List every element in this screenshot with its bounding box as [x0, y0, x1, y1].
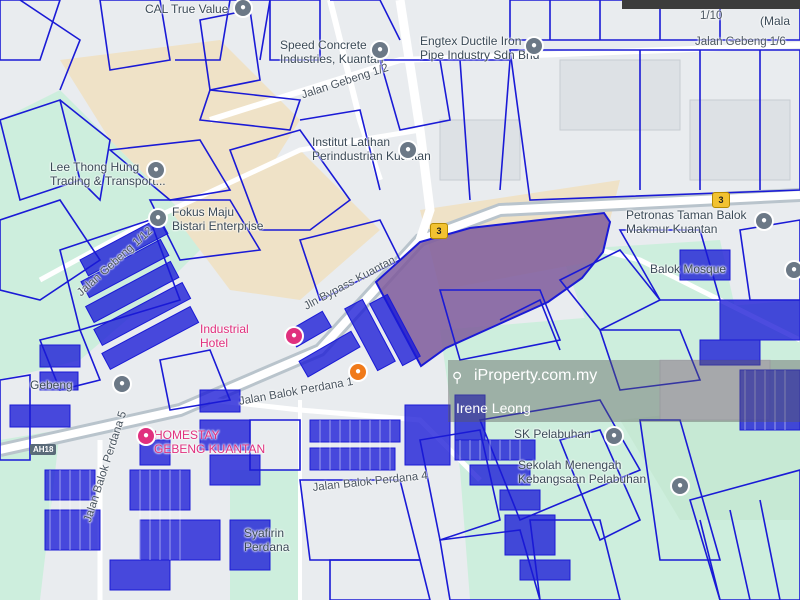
school-icon[interactable]: ● [400, 142, 416, 158]
factory-icon[interactable]: ● [372, 42, 388, 58]
label-1-10: 1/10 [700, 10, 723, 22]
school-icon[interactable]: ● [672, 478, 688, 494]
label-cal-true-value: CAL True Value [145, 2, 229, 16]
gas-station-icon[interactable]: ● [756, 213, 772, 229]
label-fokus-maju: Fokus Maju Bistari Enterprise [172, 205, 264, 233]
business-icon[interactable]: ● [148, 162, 164, 178]
watermark-site: iProperty.com.my [474, 367, 598, 384]
label-sekolah: Sekolah Menengah Kebangsaan Pelabuhan [518, 458, 647, 486]
business-icon[interactable]: ● [150, 210, 166, 226]
label-jalan-gebeng-1-6: Jalan Gebeng 1/6 [695, 36, 786, 48]
label-malay-corner: (Mala [760, 14, 791, 28]
route-shield: 3 [430, 223, 448, 239]
label-petronas: Petronas Taman Balok Makmur Kuantan [626, 208, 747, 236]
mosque-icon[interactable]: ● [786, 262, 800, 278]
watermark-agent: Irene Leong [456, 400, 531, 416]
label-syafirin: Syafirin Perdana [244, 526, 290, 554]
hotel-icon[interactable]: ● [286, 328, 302, 344]
label-sk-pelabuhan: SK Pelabuhan [514, 427, 591, 441]
label-gebeng-left: Gebeng [30, 378, 73, 392]
top-overlay-bar [622, 0, 800, 9]
label-balok-mosque: Balok Mosque [650, 262, 727, 276]
label-engtex: Engtex Ductile Iron Pipe Industry Sdn Bh… [420, 34, 540, 62]
label-speed-concrete: Speed Concrete Industries, Kuantan [280, 38, 384, 66]
location-pin-icon: ⚲ [452, 369, 463, 385]
map-canvas[interactable] [0, 0, 800, 600]
route-shield: 3 [712, 192, 730, 208]
highway-shield: AH18 [30, 444, 57, 455]
label-industrial-hotel: Industrial Hotel [200, 322, 249, 350]
place-icon[interactable]: ● [114, 376, 130, 392]
hotel-icon[interactable]: ● [138, 428, 154, 444]
factory-icon[interactable]: ● [526, 38, 542, 54]
label-homestay: HOMESTAY GEBENG KUANTAN [154, 428, 266, 456]
school-icon[interactable]: ● [606, 428, 622, 444]
shop-icon[interactable]: ● [235, 0, 251, 16]
